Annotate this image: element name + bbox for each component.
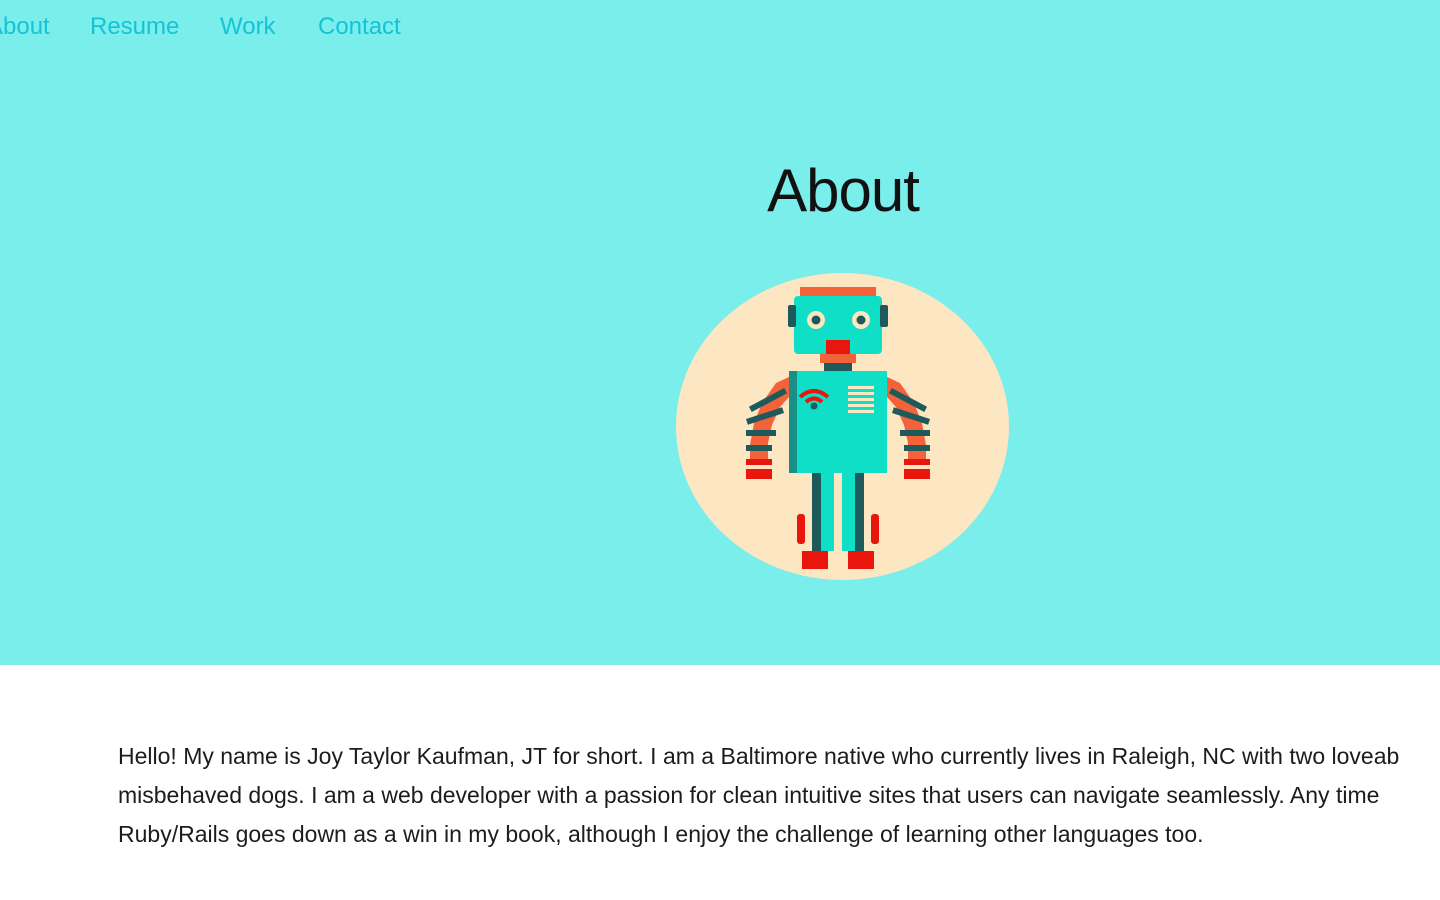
nav-link-resume[interactable]: Resume	[90, 12, 179, 42]
bio-line: Hello! My name is Joy Taylor Kaufman, JT…	[118, 743, 1400, 769]
bio-line: misbehaved dogs. I am a web developer wi…	[118, 782, 1380, 808]
bio-line: Ruby/Rails goes down as a win in my book…	[118, 821, 1204, 847]
avatar	[676, 273, 1009, 580]
nav-link-contact[interactable]: Contact	[318, 12, 401, 42]
hero-section: About Resume Work Contact About	[0, 0, 1440, 665]
bio-paragraph: Hello! My name is Joy Taylor Kaufman, JT…	[118, 737, 1440, 854]
nav-link-about[interactable]: About	[0, 12, 50, 42]
page-title: About	[767, 157, 920, 224]
nav-link-work[interactable]: Work	[220, 12, 276, 42]
robot-icon	[676, 273, 1009, 580]
